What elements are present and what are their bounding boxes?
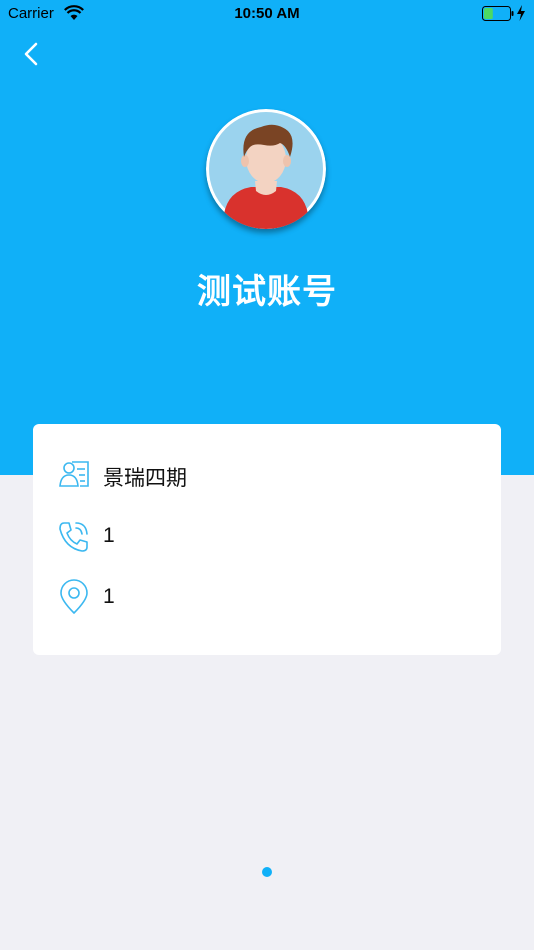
phone-value: 1 [103, 524, 115, 547]
profile-header-background [0, 0, 534, 475]
avatar-illustration [206, 109, 326, 229]
organization-value: 景瑞四期 [103, 467, 187, 490]
status-bar: Carrier 10:50 AM [0, 0, 534, 28]
status-time: 10:50 AM [234, 5, 300, 22]
address-row: 1 [33, 577, 501, 617]
back-button[interactable] [18, 40, 46, 68]
battery-icon [482, 6, 514, 21]
organization-row: 景瑞四期 [33, 454, 501, 494]
user-info-card: 景瑞四期 1 1 [33, 424, 501, 655]
phone-icon [59, 522, 88, 552]
page-indicator-dot[interactable] [262, 867, 272, 877]
charging-bolt-icon [517, 5, 525, 21]
id-card-icon [59, 461, 89, 487]
location-pin-icon [60, 579, 88, 614]
phone-row[interactable]: 1 [33, 516, 501, 556]
user-name: 测试账号 [197, 273, 337, 311]
user-avatar[interactable] [206, 109, 326, 229]
address-value: 1 [103, 585, 115, 608]
